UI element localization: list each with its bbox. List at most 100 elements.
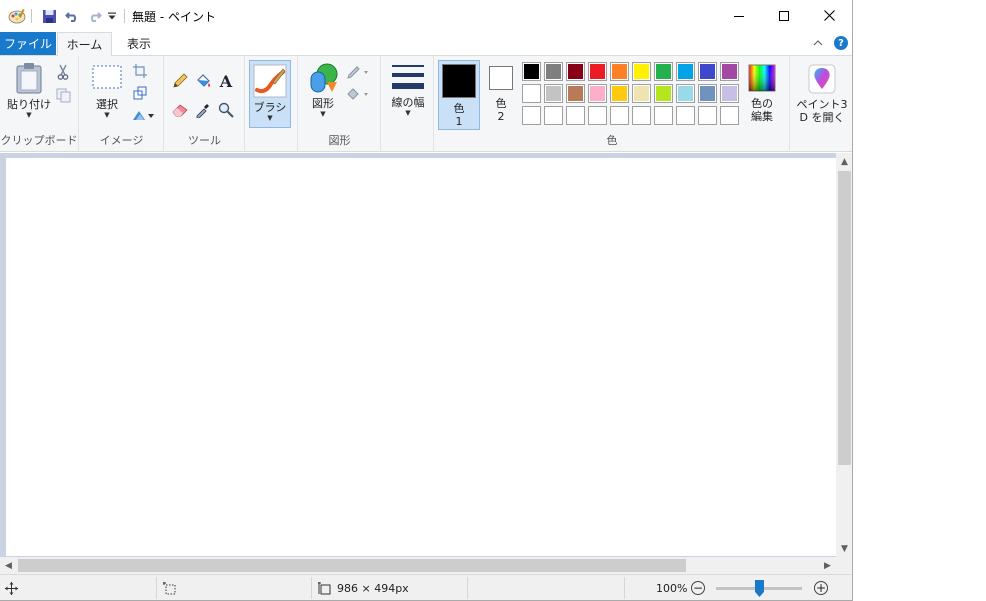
palette-swatch[interactable] [654,106,673,125]
palette-swatch[interactable] [544,62,563,81]
color1-button[interactable]: 色 1 [438,60,480,130]
palette-swatch[interactable] [698,84,717,103]
shapes-group: 図形 ▼ 図形 [299,56,381,152]
scroll-right-arrow[interactable]: ▶ [819,557,836,574]
palette-swatch[interactable] [588,62,607,81]
tab-view[interactable]: 表示 [114,32,164,55]
palette-swatch[interactable] [676,62,695,81]
maximize-button[interactable] [761,0,807,31]
crop-button[interactable] [131,62,149,80]
scissors-icon [57,64,69,80]
palette-swatch[interactable] [676,106,695,125]
tab-file[interactable]: ファイル [0,32,56,55]
palette-swatch[interactable] [522,84,541,103]
swatch-fill [568,86,583,101]
palette-swatch[interactable] [522,106,541,125]
scroll-left-arrow[interactable]: ◀ [0,557,17,574]
outline-button[interactable] [345,63,371,81]
magnifier-button[interactable] [217,101,235,119]
separator [124,9,125,23]
palette-swatch[interactable] [720,62,739,81]
rotate-button[interactable] [130,106,156,124]
swatch-fill [568,108,583,123]
palette-swatch[interactable] [522,62,541,81]
palette-swatch[interactable] [544,84,563,103]
palette-swatch[interactable] [588,84,607,103]
horizontal-scroll-thumb[interactable] [18,559,686,572]
customize-toolbar-icon[interactable] [106,7,118,25]
palette-swatch[interactable] [588,106,607,125]
palette-swatch[interactable] [676,84,695,103]
collapse-ribbon-button[interactable] [812,37,824,49]
fill-shape-button[interactable] [345,85,371,103]
zoom-in-button[interactable]: + [814,581,828,595]
scroll-down-arrow[interactable]: ▼ [836,540,852,557]
brushes-button[interactable]: ブラシ ▼ [249,60,291,128]
palette-swatch[interactable] [632,84,651,103]
vertical-scroll-thumb[interactable] [838,171,851,465]
palette-swatch[interactable] [720,106,739,125]
close-button[interactable] [806,0,852,31]
tab-home[interactable]: ホーム [57,32,112,56]
pencil-icon [173,73,188,88]
colors-group: 色 1 色 2 色の 編集 色 [435,56,790,152]
palette-swatch[interactable] [566,106,585,125]
palette-swatch[interactable] [720,84,739,103]
rotate-icon [133,111,154,120]
scroll-up-arrow[interactable]: ▲ [836,153,852,170]
image-group: 選択 ▼ イメージ [80,56,164,152]
fill-button[interactable] [194,72,212,90]
zoom-out-button[interactable]: − [691,581,705,595]
swatch-fill [722,86,737,101]
save-icon[interactable] [41,7,57,25]
edit-colors-button[interactable]: 色の 編集 [741,64,783,123]
color1-number: 1 [455,115,463,128]
color-spectrum-icon [748,64,776,92]
pencil-button[interactable] [171,72,189,90]
eraser-button[interactable] [171,101,189,119]
separator [31,9,32,23]
size-button[interactable]: 線の幅 ▼ [386,62,430,118]
edit-colors-label: 色の [751,97,773,110]
palette-swatch[interactable] [654,84,673,103]
select-button[interactable]: 選択 ▼ [88,64,126,120]
zoom-slider-thumb[interactable] [755,580,764,597]
undo-icon[interactable] [64,7,80,25]
paste-button[interactable]: 貼り付け ▼ [6,62,52,120]
palette-swatch[interactable] [610,62,629,81]
minimize-button[interactable] [716,0,762,31]
resize-button[interactable] [131,84,149,102]
open-paint3d-button[interactable]: ペイント3 D を開く [795,64,849,124]
resize-icon [133,86,147,100]
text-button[interactable]: A [217,72,235,91]
drawing-canvas[interactable] [6,158,836,556]
color-picker-button[interactable] [194,101,212,119]
palette-swatch[interactable] [698,62,717,81]
clipboard-group: 貼り付け ▼ クリップボード [0,56,79,152]
swatch-fill [722,108,737,123]
separator [624,577,625,599]
palette-swatch[interactable] [654,62,673,81]
maximize-icon [779,10,789,21]
palette-swatch[interactable] [610,84,629,103]
palette-swatch[interactable] [632,106,651,125]
cut-button[interactable] [54,63,72,81]
chevron-down-icon: ▼ [104,111,110,119]
copy-button[interactable] [54,86,72,104]
paint-app-icon[interactable] [8,7,26,25]
color1-label: 色 [453,102,465,115]
horizontal-scrollbar[interactable]: ◀ ▶ [0,557,836,574]
color2-button[interactable]: 色 2 [485,66,517,123]
redo-icon[interactable] [86,7,102,25]
shapes-button[interactable]: 図形 ▼ [305,62,341,119]
vertical-scrollbar[interactable]: ▲ ▼ [836,153,852,557]
palette-swatch[interactable] [566,84,585,103]
palette-swatch[interactable] [544,106,563,125]
fill-bucket-icon [347,87,368,100]
palette-swatch[interactable] [610,106,629,125]
swatch-fill [524,86,539,101]
help-button[interactable]: ? [834,36,848,50]
palette-swatch[interactable] [632,62,651,81]
palette-swatch[interactable] [698,106,717,125]
palette-swatch[interactable] [566,62,585,81]
